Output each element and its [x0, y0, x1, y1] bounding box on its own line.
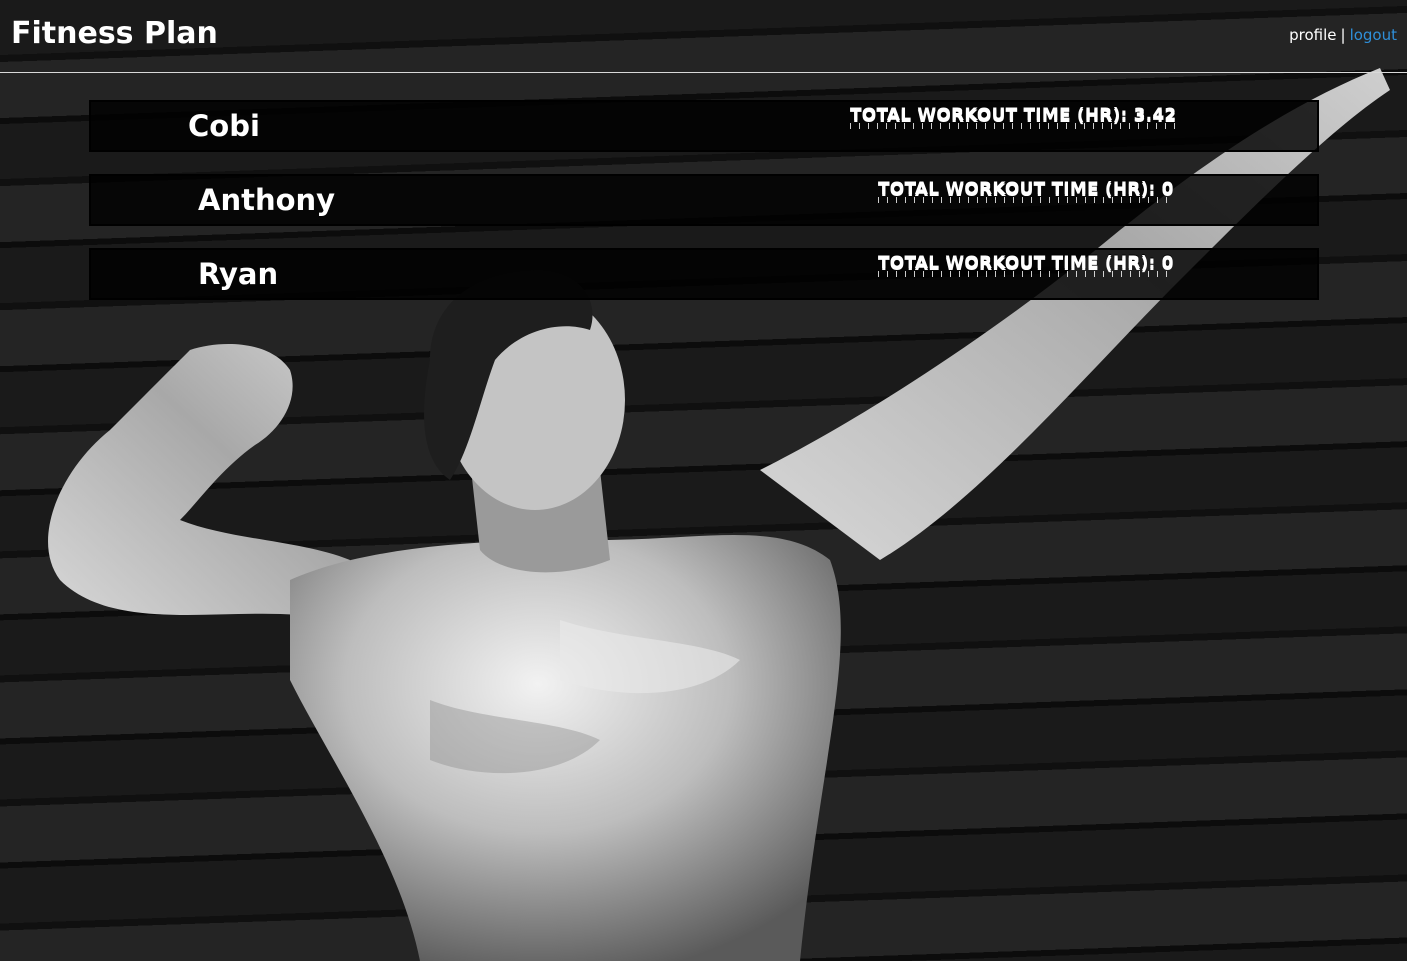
user-name[interactable]: Anthony — [198, 182, 335, 218]
user-name[interactable]: Cobi — [188, 108, 260, 144]
user-name[interactable]: Ryan — [198, 256, 278, 292]
total-workout-time-text: TOTAL WORKOUT TIME (HR): 3.42 — [850, 105, 1177, 125]
total-workout-time-text: TOTAL WORKOUT TIME (HR): 0 — [878, 179, 1174, 199]
total-workout-time: TOTAL WORKOUT TIME (HR): 0 — [878, 253, 1174, 277]
logout-link[interactable]: logout — [1350, 26, 1397, 44]
user-list: Cobi TOTAL WORKOUT TIME (HR): 3.42 Antho… — [89, 100, 1319, 322]
total-workout-time-text: TOTAL WORKOUT TIME (HR): 0 — [878, 253, 1174, 273]
user-row[interactable]: Cobi TOTAL WORKOUT TIME (HR): 3.42 — [89, 100, 1319, 152]
drip-decoration — [878, 271, 1174, 277]
user-row[interactable]: Anthony TOTAL WORKOUT TIME (HR): 0 — [89, 174, 1319, 226]
drip-decoration — [878, 197, 1174, 203]
user-row[interactable]: Ryan TOTAL WORKOUT TIME (HR): 0 — [89, 248, 1319, 300]
total-workout-time: TOTAL WORKOUT TIME (HR): 0 — [878, 179, 1174, 203]
app-title[interactable]: Fitness Plan — [11, 14, 218, 54]
drip-decoration — [850, 123, 1177, 129]
total-workout-time: TOTAL WORKOUT TIME (HR): 3.42 — [850, 105, 1177, 129]
profile-link[interactable]: profile — [1289, 26, 1336, 44]
top-bar: Fitness Plan profile | logout — [0, 0, 1407, 73]
nav-separator: | — [1340, 26, 1346, 44]
user-nav: profile | logout — [1289, 26, 1397, 44]
